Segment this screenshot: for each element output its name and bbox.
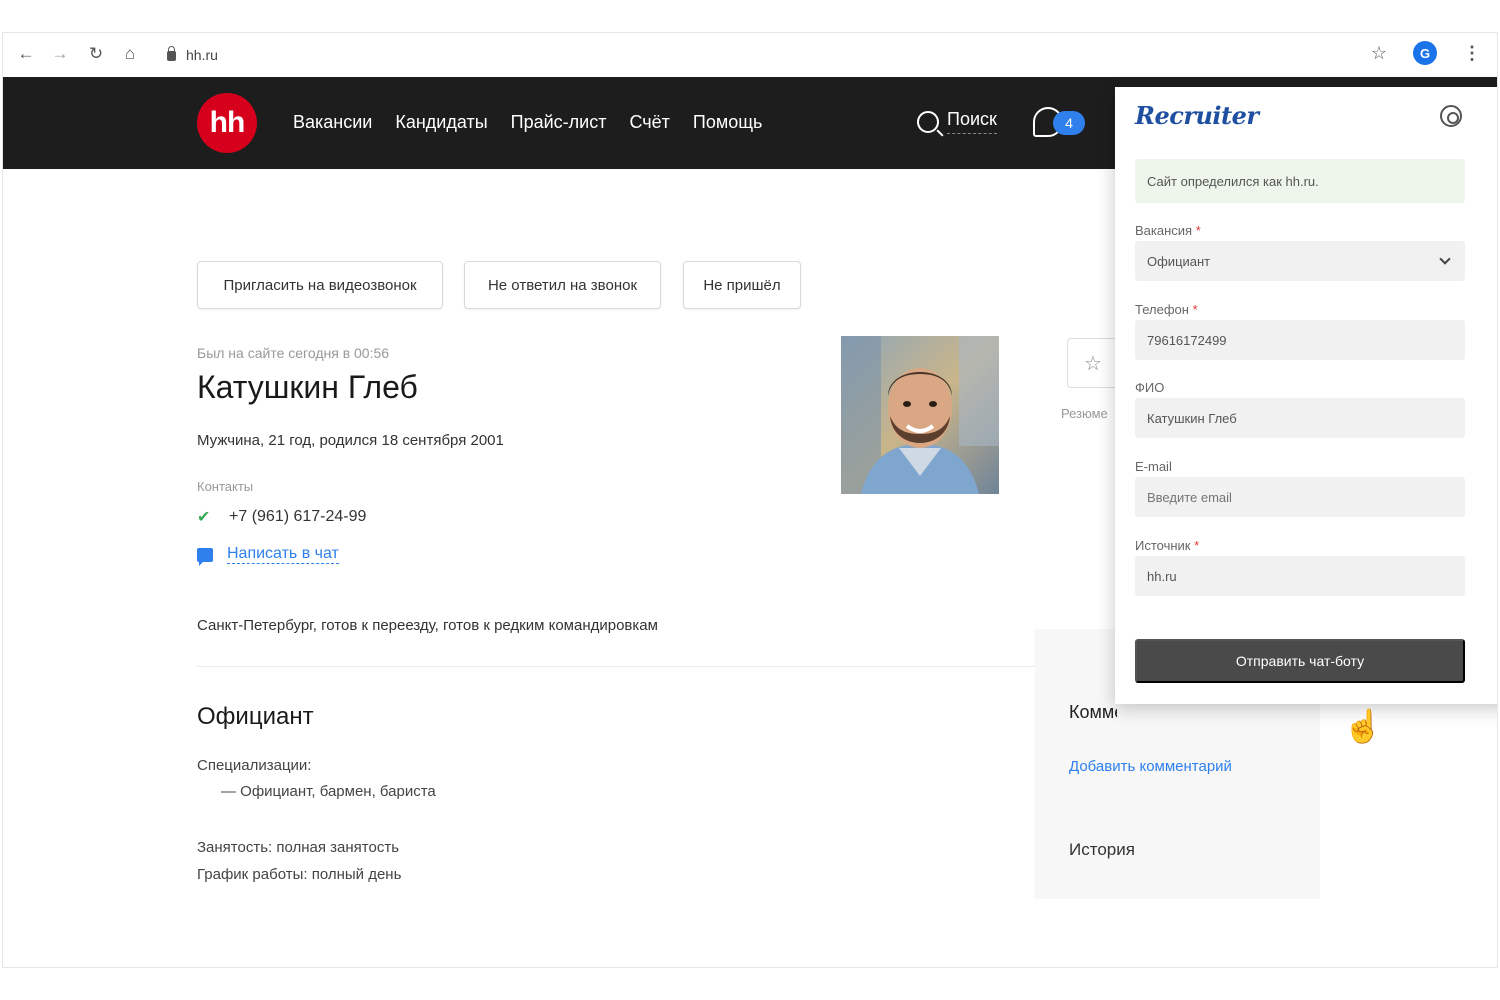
no-show-button[interactable]: Не пришёл	[683, 261, 801, 309]
notification-badge: 4	[1053, 111, 1085, 135]
nav-item-vacancies[interactable]: Вакансии	[293, 112, 372, 133]
vacancy-label-text: Вакансия	[1135, 223, 1193, 238]
chat-icon	[197, 547, 213, 566]
settings-gear-icon[interactable]	[1440, 105, 1462, 127]
main-nav: Вакансии Кандидаты Прайс-лист Счёт Помощ…	[293, 112, 762, 133]
history-title: История	[1069, 840, 1135, 859]
specializations-label: Специализации:	[197, 757, 312, 774]
verified-check-icon: ✔	[197, 509, 211, 526]
search-button[interactable]: Поиск	[917, 109, 997, 134]
nav-item-pricing[interactable]: Прайс-лист	[511, 112, 607, 133]
address-url: hh.ru	[186, 47, 218, 63]
invite-video-call-button[interactable]: Пригласить на видеозвонок	[197, 261, 443, 309]
chevron-down-icon	[1439, 253, 1451, 265]
phone-row: ✔ +7 (961) 617-24-99	[197, 507, 366, 527]
nav-item-invoice[interactable]: Счёт	[629, 112, 669, 133]
address-bar[interactable]: hh.ru	[167, 44, 218, 66]
source-label: Источник *	[1135, 538, 1200, 553]
search-icon	[917, 110, 939, 133]
source-label-text: Источник	[1135, 538, 1191, 553]
work-schedule: График работы: полный день	[197, 866, 402, 883]
lock-icon	[167, 46, 176, 61]
fio-label: ФИО	[1135, 380, 1165, 395]
browser-toolbar: ← → ↻ ⌂ hh.ru ☆ G ⋮	[3, 33, 1497, 77]
comments-title: Комментарии	[1069, 702, 1117, 722]
hh-logo[interactable]: hh	[197, 93, 257, 153]
source-input[interactable]	[1135, 556, 1465, 596]
search-label: Поиск	[947, 109, 997, 134]
notifications-button[interactable]: 4	[1033, 107, 1087, 139]
send-to-chatbot-button[interactable]: Отправить чат-боту	[1135, 639, 1465, 683]
browser-window: ← → ↻ ⌂ hh.ru ☆ G ⋮ hh Вакансии Кандидат…	[2, 32, 1498, 968]
chat-row: Написать в чат	[197, 545, 339, 566]
candidate-name: Катушкин Глеб	[197, 369, 418, 405]
phone-number[interactable]: +7 (961) 617-24-99	[229, 508, 366, 526]
hand-cursor-icon: ☝	[1343, 708, 1383, 744]
recruiter-logo: Recruiter	[1135, 101, 1259, 130]
forward-arrow-icon[interactable]: →	[49, 43, 71, 65]
email-input[interactable]	[1135, 477, 1465, 517]
position-title: Официант	[197, 703, 314, 730]
phone-label-text: Телефон	[1135, 302, 1189, 317]
nav-item-candidates[interactable]: Кандидаты	[395, 112, 487, 133]
email-label: E-mail	[1135, 459, 1172, 474]
profile-avatar[interactable]: G	[1413, 41, 1437, 65]
fio-input[interactable]	[1135, 398, 1465, 438]
no-answer-button[interactable]: Не ответил на звонок	[464, 261, 661, 309]
contacts-label: Контакты	[197, 479, 254, 494]
vacancy-select[interactable]: Официант	[1135, 241, 1465, 281]
add-comment-link[interactable]: Добавить комментарий	[1069, 758, 1232, 775]
phone-label: Телефон *	[1135, 302, 1198, 317]
nav-item-help[interactable]: Помощь	[693, 112, 763, 133]
specialization-item: — Официант, бармен, бариста	[221, 783, 436, 800]
vacancy-selected-value: Официант	[1147, 253, 1211, 269]
phone-input[interactable]	[1135, 320, 1465, 360]
browser-menu-icon[interactable]: ⋮	[1463, 43, 1481, 64]
last-seen-text: Был на сайте сегодня в 00:56	[197, 345, 390, 361]
home-icon[interactable]: ⌂	[119, 43, 141, 65]
back-arrow-icon[interactable]: ←	[15, 43, 37, 65]
divider	[197, 666, 1037, 667]
candidate-photo	[841, 336, 999, 494]
reload-icon[interactable]: ↻	[85, 43, 107, 65]
vacancy-label: Вакансия *	[1135, 223, 1201, 238]
personal-info: Мужчина, 21 год, родился 18 сентября 200…	[197, 432, 504, 449]
recruiter-extension-popup: Recruiter Сайт определился как hh.ru. Ва…	[1115, 87, 1497, 704]
bookmark-star-icon[interactable]: ☆	[1371, 43, 1387, 64]
site-detected-notice: Сайт определился как hh.ru.	[1135, 159, 1465, 203]
resume-label: Резюме	[1061, 406, 1108, 421]
employment-type: Занятость: полная занятость	[197, 839, 400, 856]
favorite-star-icon[interactable]: ☆	[1067, 338, 1119, 388]
write-to-chat-link[interactable]: Написать в чат	[227, 545, 339, 564]
location-info: Санкт-Петербург, готов к переезду, готов…	[197, 617, 658, 634]
